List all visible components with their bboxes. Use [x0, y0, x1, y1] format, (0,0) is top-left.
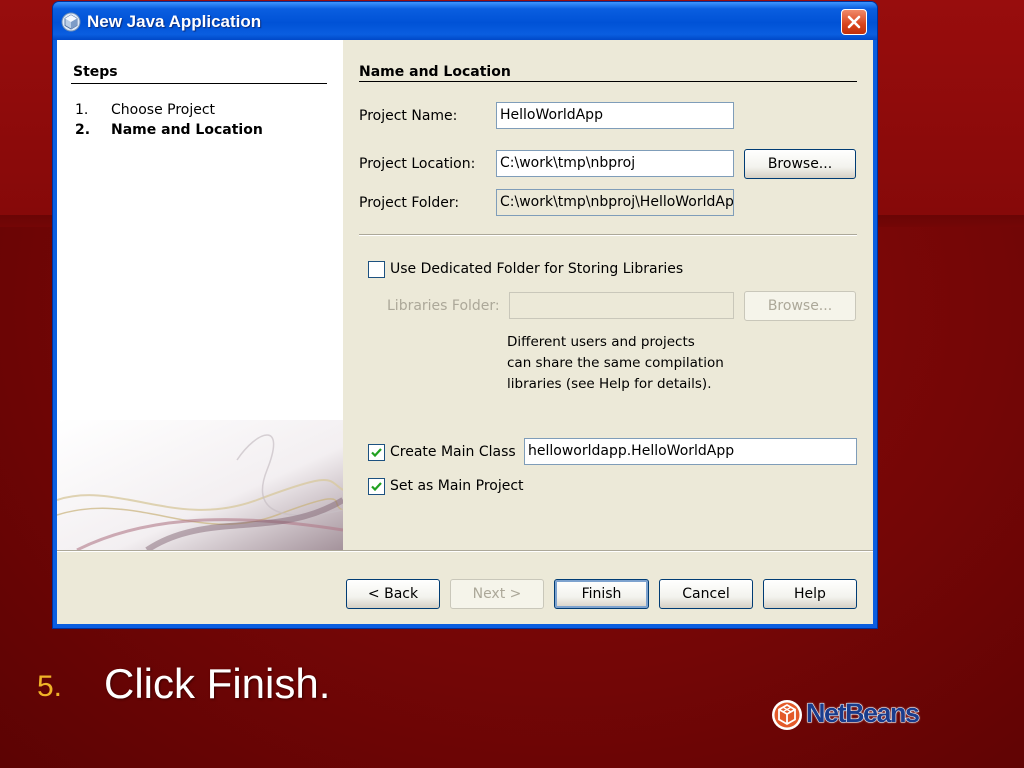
- steps-divider: [71, 83, 327, 84]
- netbeans-logo: NetBeans: [770, 696, 921, 736]
- project-location-input[interactable]: C:\work\tmp\nbproj: [496, 150, 734, 177]
- back-button[interactable]: < Back: [346, 579, 440, 609]
- dedicated-folder-label: Use Dedicated Folder for Storing Librari…: [390, 261, 684, 277]
- step-number: 1.: [75, 102, 89, 118]
- separator: [359, 234, 857, 235]
- help-line: Different users and projects: [507, 334, 695, 350]
- libraries-folder-label: Libraries Folder:: [387, 298, 500, 314]
- section-heading: Name and Location: [359, 64, 511, 80]
- project-folder-field[interactable]: C:\work\tmp\nbproj\HelloWorldAp: [496, 189, 734, 216]
- dialog-client-area: Steps 1. Choose Project 2. Name and Locati…: [57, 40, 873, 624]
- finish-button[interactable]: Finish: [554, 579, 649, 609]
- browse-button[interactable]: Browse...: [744, 149, 856, 179]
- section-divider: [359, 81, 857, 82]
- project-name-label: Project Name:: [359, 108, 458, 124]
- netbeans-cube-icon: [772, 700, 802, 730]
- button-bar-divider: [57, 550, 873, 551]
- window-title: New Java Application: [87, 12, 262, 31]
- steps-heading: Steps: [73, 64, 118, 80]
- set-main-project-checkbox[interactable]: [368, 478, 385, 495]
- slide-instruction: Click Finish.: [104, 660, 331, 707]
- project-name-input[interactable]: HelloWorldApp: [496, 102, 734, 129]
- help-button[interactable]: Help: [763, 579, 857, 609]
- create-main-class-label: Create Main Class: [390, 444, 516, 460]
- decorative-swirl-graphic: [57, 420, 343, 550]
- main-class-input[interactable]: helloworldapp.HelloWorldApp: [524, 438, 857, 465]
- new-java-application-dialog: New Java Application Steps 1. Choose Proj…: [53, 2, 877, 628]
- libraries-help-text: Different users and projects can share t…: [507, 332, 724, 395]
- checkmark-icon: [371, 482, 382, 492]
- step-label: Name and Location: [111, 122, 263, 138]
- step-number: 2.: [75, 122, 91, 138]
- steps-panel: Steps 1. Choose Project 2. Name and Locati…: [57, 40, 343, 550]
- step-label: Choose Project: [111, 102, 216, 118]
- libraries-browse-button[interactable]: Browse...: [744, 291, 856, 321]
- help-line: can share the same compilation: [507, 355, 724, 371]
- java-cube-icon: [61, 12, 81, 32]
- checkmark-icon: [371, 448, 382, 458]
- name-and-location-panel: Name and Location Project Name: HelloWor…: [343, 40, 873, 550]
- dedicated-folder-checkbox[interactable]: [368, 261, 385, 278]
- step-item-name-and-location: 2. Name and Location: [75, 122, 263, 138]
- help-line: libraries (see Help for details).: [507, 376, 712, 392]
- create-main-class-checkbox[interactable]: [368, 444, 385, 461]
- project-location-label: Project Location:: [359, 156, 476, 172]
- close-button[interactable]: [841, 9, 867, 35]
- step-item-choose-project: 1. Choose Project: [75, 102, 215, 118]
- cancel-button[interactable]: Cancel: [659, 579, 753, 609]
- set-main-project-label: Set as Main Project: [390, 478, 524, 494]
- libraries-folder-input[interactable]: [509, 292, 734, 319]
- next-button[interactable]: Next >: [450, 579, 544, 609]
- close-icon: [847, 15, 861, 29]
- slide-step-number: 5.: [37, 670, 63, 703]
- netbeans-logo-text: NetBeans: [806, 698, 921, 729]
- project-folder-label: Project Folder:: [359, 195, 460, 211]
- title-bar[interactable]: New Java Application: [53, 2, 877, 40]
